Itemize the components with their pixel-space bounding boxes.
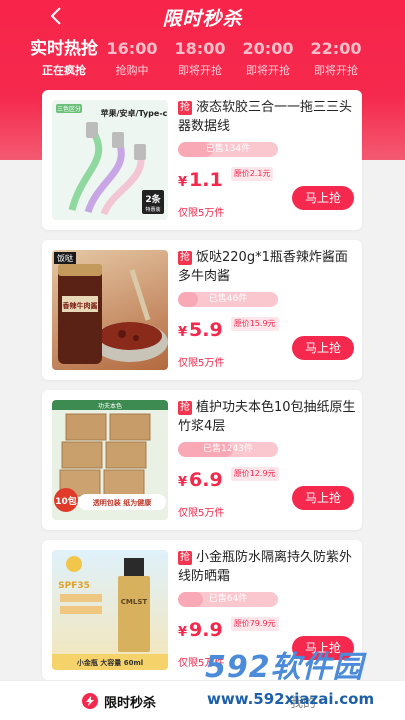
product-image: 功夫本色 10包 透明包装 纸为健康 [52,400,168,520]
price-value: 9.9 [189,619,223,641]
sold-progress: 已售134件 [178,142,278,157]
sold-count: 已售1243件 [203,444,253,454]
tab-state: 即将开抢 [314,64,358,77]
price-value: 6.9 [189,469,223,491]
original-price: 原价12.9元 [230,467,279,481]
currency: ¥ [178,625,188,640]
sold-progress: 已售64件 [178,592,278,607]
watermark-brand: 592软件园 [205,650,364,685]
watermark-url: www.592xiazai.com [207,690,375,708]
product-image: 三色区分 苹果/安卓/Type-c 2条 特惠装 [52,100,168,220]
tab-1600[interactable]: 16:00 抢购中 [98,38,166,82]
svg-text:SPF35: SPF35 [58,581,90,591]
tab-time: 20:00 [242,39,294,58]
time-tabs: 实时热抢 正在疯抢 16:00 抢购中 18:00 即将开抢 20:00 即将开… [30,38,370,82]
product-card[interactable]: 三色区分 苹果/安卓/Type-c 2条 特惠装 抢液态软胶三合一一拖三三头器数… [42,90,362,230]
tab-time: 实时热抢 [30,39,98,59]
product-title: 抢小金瓶防水隔离持久防紫外线防晒霜 [178,548,356,586]
buy-now-button[interactable]: 马上抢 [292,186,354,210]
qiang-badge: 抢 [178,101,192,115]
tab-state: 即将开抢 [178,64,222,77]
price: ¥5.9 [178,319,223,341]
stock-limit: 仅限5万件 [178,508,225,519]
product-title: 抢饭哒220g*1瓶香辣炸酱面多牛肉酱 [178,248,356,286]
stock-limit: 仅限5万件 [178,208,225,219]
currency: ¥ [178,175,188,190]
svg-text:饭哒: 饭哒 [57,253,73,263]
price: ¥6.9 [178,469,223,491]
buy-now-button[interactable]: 马上抢 [292,336,354,360]
svg-text:特惠装: 特惠装 [145,206,160,213]
tab-state: 抢购中 [115,64,149,77]
product-title-text: 小金瓶防水隔离持久防紫外线防晒霜 [178,550,353,584]
svg-text:苹果/安卓/Type-c: 苹果/安卓/Type-c [101,108,168,118]
svg-text:香辣牛肉酱: 香辣牛肉酱 [62,301,98,310]
sold-progress: 已售46件 [178,292,278,307]
tab-live[interactable]: 实时热抢 正在疯抢 [30,38,98,82]
stock-limit: 仅限5万件 [178,358,225,369]
tab-time: 18:00 [174,39,226,58]
tab-time: 16:00 [106,39,158,58]
product-card[interactable]: 功夫本色 10包 透明包装 纸为健康 抢植护功夫本色10包抽纸原生竹浆4层 已售… [42,390,362,530]
tab-state: 即将开抢 [246,64,290,77]
svg-text:功夫本色: 功夫本色 [98,402,122,410]
product-title-text: 植护功夫本色10包抽纸原生竹浆4层 [178,400,356,434]
qiang-badge: 抢 [178,551,192,565]
product-title-text: 液态软胶三合一一拖三三头器数据线 [178,100,353,134]
tab-state: 正在疯抢 [42,64,86,77]
watermark-logo: 592软件园 www.592xiazai.com [205,640,405,720]
price-value: 5.9 [189,319,223,341]
svg-text:三色区分: 三色区分 [57,105,81,113]
buy-now-button[interactable]: 马上抢 [292,486,354,510]
sold-progress: 已售1243件 [178,442,278,457]
cable-image: 三色区分 苹果/安卓/Type-c 2条 特惠装 [56,104,168,216]
product-title: 抢植护功夫本色10包抽纸原生竹浆4层 [178,398,356,436]
product-list: 三色区分 苹果/安卓/Type-c 2条 特惠装 抢液态软胶三合一一拖三三头器数… [42,90,362,690]
original-price: 原价79.9元 [230,617,279,631]
product-card[interactable]: 香辣牛肉酱 饭哒 抢饭哒220g*1瓶香辣炸酱面多牛肉酱 已售46件 ¥5.9 … [42,240,362,380]
sold-count: 已售134件 [205,144,251,154]
svg-text:透明包装 纸为健康: 透明包装 纸为健康 [93,498,152,507]
page-title: 限时秒杀 [162,8,243,30]
price-value: 1.1 [189,169,223,191]
currency: ¥ [178,475,188,490]
tab-2200[interactable]: 22:00 即将开抢 [302,38,370,82]
qiang-badge: 抢 [178,251,192,265]
sold-count: 已售46件 [208,294,248,304]
product-title-text: 饭哒220g*1瓶香辣炸酱面多牛肉酱 [178,250,348,284]
sunscreen-image: SPF35 CMLST 小金瓶 大容量 60ml [52,556,168,670]
price: ¥1.1 [178,169,223,191]
lightning-icon[interactable] [82,693,98,709]
nav-flash-sale[interactable]: 限时秒杀 [104,692,156,711]
svg-text:2条: 2条 [145,193,161,205]
svg-text:10包: 10包 [55,495,77,507]
tab-1800[interactable]: 18:00 即将开抢 [166,38,234,82]
product-title: 抢液态软胶三合一一拖三三头器数据线 [178,98,356,136]
svg-text:CMLST: CMLST [121,598,148,606]
svg-text:小金瓶 大容量 60ml: 小金瓶 大容量 60ml [76,658,143,667]
product-image: 香辣牛肉酱 饭哒 [52,250,168,370]
tab-2000[interactable]: 20:00 即将开抢 [234,38,302,82]
tab-time: 22:00 [310,39,362,58]
qiang-badge: 抢 [178,401,192,415]
original-price: 原价15.9元 [230,317,279,331]
currency: ¥ [178,325,188,340]
price: ¥9.9 [178,619,223,641]
tissue-image: 功夫本色 10包 透明包装 纸为健康 [52,400,168,512]
original-price: 原价2.1元 [230,167,274,181]
product-image: SPF35 CMLST 小金瓶 大容量 60ml [52,550,168,670]
sauce-image: 香辣牛肉酱 饭哒 [54,252,168,364]
sold-count: 已售64件 [208,594,248,604]
